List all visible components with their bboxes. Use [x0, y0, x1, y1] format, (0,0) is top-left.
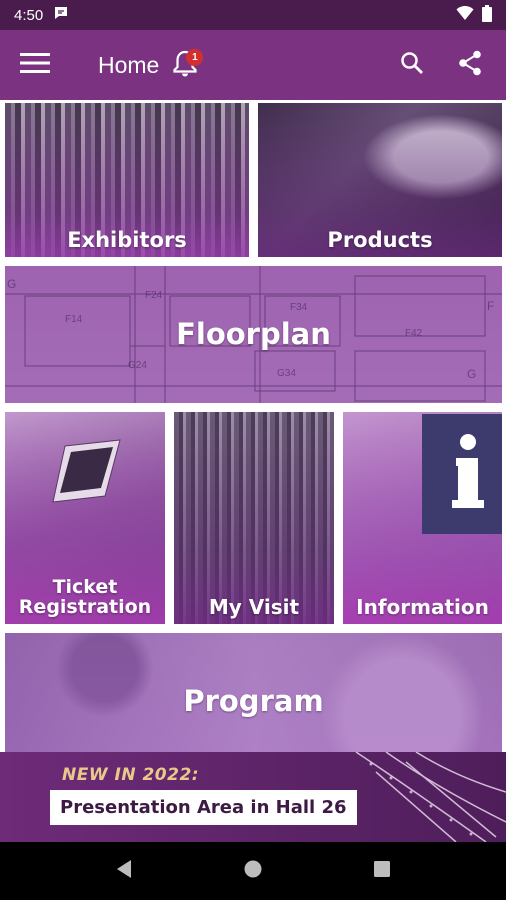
floorplan-label: F	[487, 299, 494, 313]
tile-products-label: Products	[327, 227, 433, 252]
floorplan-label: G	[467, 367, 476, 381]
floorplan-label: F34	[290, 302, 308, 313]
info-icon	[452, 434, 484, 508]
wifi-icon	[456, 5, 474, 25]
floorplan-label: G24	[128, 360, 147, 371]
menu-icon	[20, 52, 50, 78]
status-time: 4:50	[14, 6, 44, 24]
my-visit-photo	[174, 412, 334, 624]
tile-my-visit-label: My Visit	[208, 595, 300, 619]
tile-information[interactable]: Information	[343, 412, 502, 624]
tile-products[interactable]: Products	[258, 103, 502, 257]
message-icon	[53, 5, 69, 25]
status-bar: 4:50	[0, 0, 506, 30]
home-icon	[244, 860, 262, 882]
search-button[interactable]	[392, 45, 432, 85]
tile-information-label: Information	[356, 595, 489, 619]
banner-headline: Presentation Area in Hall 26	[50, 790, 357, 825]
menu-button[interactable]	[0, 30, 70, 100]
page-title: Home	[98, 51, 160, 78]
ticket-scanner-graphic	[52, 439, 121, 503]
notification-badge: 1	[186, 49, 204, 66]
tile-ticket-registration[interactable]: Ticket Registration	[5, 412, 165, 624]
notifications-button[interactable]: 1	[163, 43, 207, 87]
floorplan-label: G	[7, 277, 16, 291]
floorplan-label: G34	[277, 368, 296, 379]
battery-icon	[482, 4, 492, 26]
tile-ticket-label-line2: Registration	[18, 596, 152, 619]
tile-program[interactable]: Program	[5, 633, 502, 752]
tile-ticket-label-line1: Ticket	[52, 576, 118, 599]
floorplan-label: F42	[405, 328, 423, 339]
back-icon	[115, 859, 133, 883]
floorplan-label: F14	[65, 314, 83, 325]
recents-icon	[373, 860, 391, 882]
tile-floorplan[interactable]: G F24 F34 F F14 F42 G24 G34 G Floorplan	[5, 266, 502, 403]
tile-exhibitors-label: Exhibitors	[67, 227, 187, 252]
home-button[interactable]	[233, 851, 273, 891]
tile-exhibitors[interactable]: Exhibitors	[5, 103, 249, 257]
home-tiles-grid: Exhibitors Products G F24 F34 F F14 F42 …	[0, 100, 506, 752]
tile-program-label: Program	[183, 684, 324, 719]
back-button[interactable]	[104, 851, 144, 891]
search-icon	[400, 51, 424, 79]
banner-kicker: NEW IN 2022:	[62, 765, 200, 785]
banner-decoration	[355, 752, 506, 842]
floorplan-label: F24	[145, 290, 163, 301]
app-bar: Home 1	[0, 30, 506, 100]
promo-banner[interactable]: NEW IN 2022: Presentation Area in Hall 2…	[0, 752, 506, 842]
tile-floorplan-label: Floorplan	[176, 317, 331, 352]
tile-my-visit[interactable]: My Visit	[174, 412, 334, 624]
recents-button[interactable]	[362, 851, 402, 891]
share-button[interactable]	[450, 45, 490, 85]
system-navigation-bar	[0, 842, 506, 900]
share-icon	[458, 50, 482, 80]
tile-ticket-label: Ticket Registration	[18, 576, 152, 624]
